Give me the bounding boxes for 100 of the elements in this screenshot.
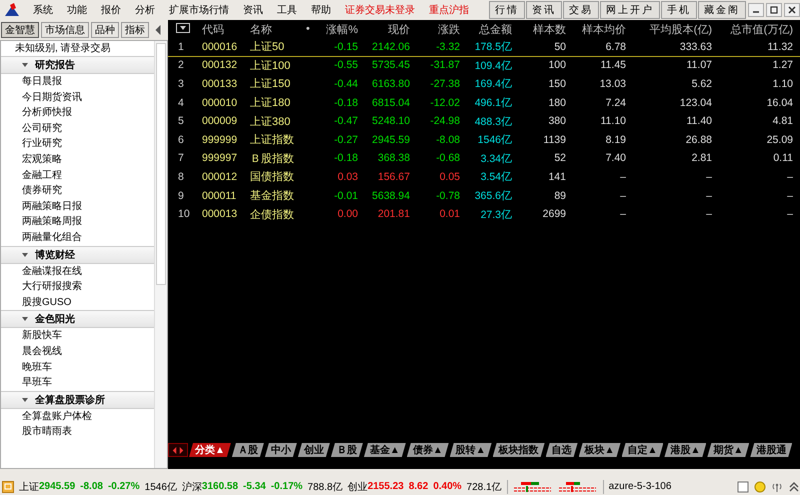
sidebar-tab[interactable]: 金智慧 [1,22,39,38]
quote-row[interactable]: 7 999997 Ｂ股指数 -0.18 368.38 -0.68 3.34亿 52 7.40 2.81 0.11 [168,150,800,168]
sidebar-item[interactable]: 大行研报搜索 [1,279,154,295]
market-cap: 11.32 [766,40,793,53]
column-header[interactable]: 涨幅% [326,22,358,36]
sidebar-tab[interactable]: 市场信息 [41,22,89,38]
menu-item[interactable]: 功能 [60,3,94,17]
toolbar-button[interactable]: 资讯 [526,1,562,19]
sidebar-item[interactable]: 两融策略日报 [1,198,154,214]
row-number: 1 [177,40,185,53]
quote-row[interactable]: 3 000133 上证150 -0.44 6163.80 -27.38 169.4亿 150 13.03 5.62 1.10 [168,75,800,94]
index-percent: 0.40% [433,481,462,492]
sidebar-item[interactable]: 两融量化组合 [1,230,154,246]
sidebar-tab[interactable]: 品种 [91,22,119,38]
sidebar-item[interactable]: 金融谍报在线 [1,264,154,280]
sidebar-item[interactable]: 股市晴雨表 [1,424,154,440]
category-tab[interactable]: 自选 [546,443,578,457]
turnover-amount: 178.5亿 [474,40,512,54]
menu-item[interactable]: 分析 [128,3,162,17]
sidebar-item[interactable]: 今日期货资讯 [1,90,154,106]
index-name: Ｂ股指数 [249,152,295,166]
sidebar-item[interactable]: 宏观策略 [1,152,154,168]
quote-value: 201.81 [376,208,410,220]
quote-row[interactable]: 4 000010 上证180 -0.18 6815.04 -12.02 496.1亿 180 7.24 123.04 16.04 [168,94,800,112]
sidebar-item[interactable]: 股搜GUSO [1,294,154,310]
row-number: 10 [177,208,191,220]
column-header[interactable]: • [298,23,310,35]
market-cap: 1.10 [772,78,793,90]
quote-row[interactable]: 8 000012 国债指数 0.03 156.67 0.05 3.54亿 141 – – – [168,168,800,187]
category-tab[interactable]: Ａ股 [232,443,264,457]
quote-row[interactable]: 9 000011 基金指数 -0.01 5638.94 -0.78 365.6亿 89 – – – [168,186,800,206]
category-tab[interactable]: 港股▲ [664,443,706,457]
sidebar-item[interactable]: 每日晨报 [1,74,154,90]
category-tab[interactable]: 中小 [264,443,297,457]
row-number: 7 [177,152,185,164]
menu-item[interactable]: 扩展市场行情 [162,3,236,17]
section-header[interactable]: 博览财经 [1,246,154,264]
sidebar-item[interactable]: 两融策略周报 [1,214,154,230]
category-tab[interactable]: 自定▲ [622,443,664,457]
average-capital: 11.40 [686,115,712,128]
section-header[interactable]: 研究报告 [1,56,154,74]
alert-link[interactable]: 重点沪指 [422,3,476,17]
column-header[interactable]: 名称 [244,22,298,36]
category-tab[interactable]: 创业 [298,443,330,457]
quote-row[interactable]: 1 000016 上证50 -0.15 2142.06 -3.32 178.5亿 50 6.78 333.63 11.32 [168,38,800,57]
turnover-amount: 3.54亿 [480,170,512,184]
menu-item[interactable]: 资讯 [236,3,270,17]
average-capital: 333.63 [678,40,712,53]
column-header[interactable]: 总金额 [460,22,512,36]
menu-item[interactable]: 系统 [26,3,60,17]
category-tab[interactable]: 基金▲ [364,443,406,457]
column-header[interactable]: 代码 [194,22,244,36]
quote-row[interactable]: 10 000013 企债指数 0.00 201.81 0.01 27.3亿 2699 – – – [168,205,800,224]
column-header[interactable]: 样本数 [512,22,566,36]
alert-link[interactable]: 证券交易未登录 [338,3,422,17]
average-price: 8.19 [604,134,626,146]
quote-value: -0.27 [333,134,358,146]
toolbar-button[interactable]: 藏金阁 [698,1,746,19]
toolbar-button[interactable]: 行情 [489,1,525,19]
sidebar-item[interactable]: 债券研究 [1,183,154,199]
sidebar-item[interactable]: 新股快车 [1,328,154,344]
quote-row[interactable]: 5 000009 上证380 -0.47 5248.10 -24.98 488.3亿 380 11.10 11.40 4.81 [168,112,800,131]
category-tab[interactable]: 港股通 [750,443,792,457]
quote-row[interactable]: 6 999999 上证指数 -0.27 2945.59 -8.08 1546亿 1139 8.19 26.88 25.09 [168,130,800,150]
sidebar-item[interactable]: 公司研究 [1,120,154,136]
quote-value: -8.08 [435,134,460,146]
menu-item[interactable]: 帮助 [304,3,338,17]
category-tab[interactable]: 板块▲ [578,443,621,457]
average-capital: 2.81 [690,152,712,164]
quote-row[interactable]: 2 000132 上证100 -0.55 5735.45 -31.87 109.4亿 100 11.45 11.07 1.27 [168,56,800,76]
sidebar-item[interactable]: 行业研究 [1,136,154,152]
sidebar-item[interactable]: 分析师快报 [1,105,154,121]
category-tab[interactable]: Ｂ股 [330,443,363,457]
sample-count: 380 [547,115,566,128]
menu-item[interactable]: 报价 [94,3,128,17]
column-header[interactable]: 现价 [358,22,410,36]
sidebar-item[interactable]: 金融工程 [1,168,154,184]
category-tab[interactable]: 债券▲ [406,443,449,457]
menu-item[interactable]: 工具 [270,3,304,17]
category-tab[interactable]: 期货▲ [707,443,750,457]
column-header[interactable]: 样本均价 [566,22,626,36]
column-header[interactable]: 涨跌 [410,22,460,36]
turnover-amount: 365.6亿 [474,189,512,204]
section-header[interactable]: 金色阳光 [1,310,154,328]
toolbar-button[interactable]: 手机 [661,1,697,19]
toolbar-button[interactable]: 交易 [563,1,599,19]
sidebar-item[interactable]: 晨会视线 [1,344,154,360]
sidebar-item[interactable]: 晚班车 [1,360,154,376]
column-header[interactable]: 平均股本(亿) [626,22,712,36]
stock-code: 000010 [201,96,238,109]
sidebar-item[interactable]: 早班车 [1,375,154,391]
sidebar-tab[interactable]: 指标 [121,22,149,38]
column-header[interactable]: 总市值(万亿) [712,22,793,36]
average-price: 11.10 [600,115,626,128]
section-header[interactable]: 全算盘股票诊所 [1,390,154,409]
category-tab[interactable]: 板块指数 [492,443,545,457]
category-tab[interactable]: 股转▲ [450,443,492,457]
category-tab[interactable]: 分类▲ [189,443,231,457]
sidebar-item[interactable]: 全算盘账户体检 [1,408,154,424]
toolbar-button[interactable]: 网上开户 [600,1,660,19]
